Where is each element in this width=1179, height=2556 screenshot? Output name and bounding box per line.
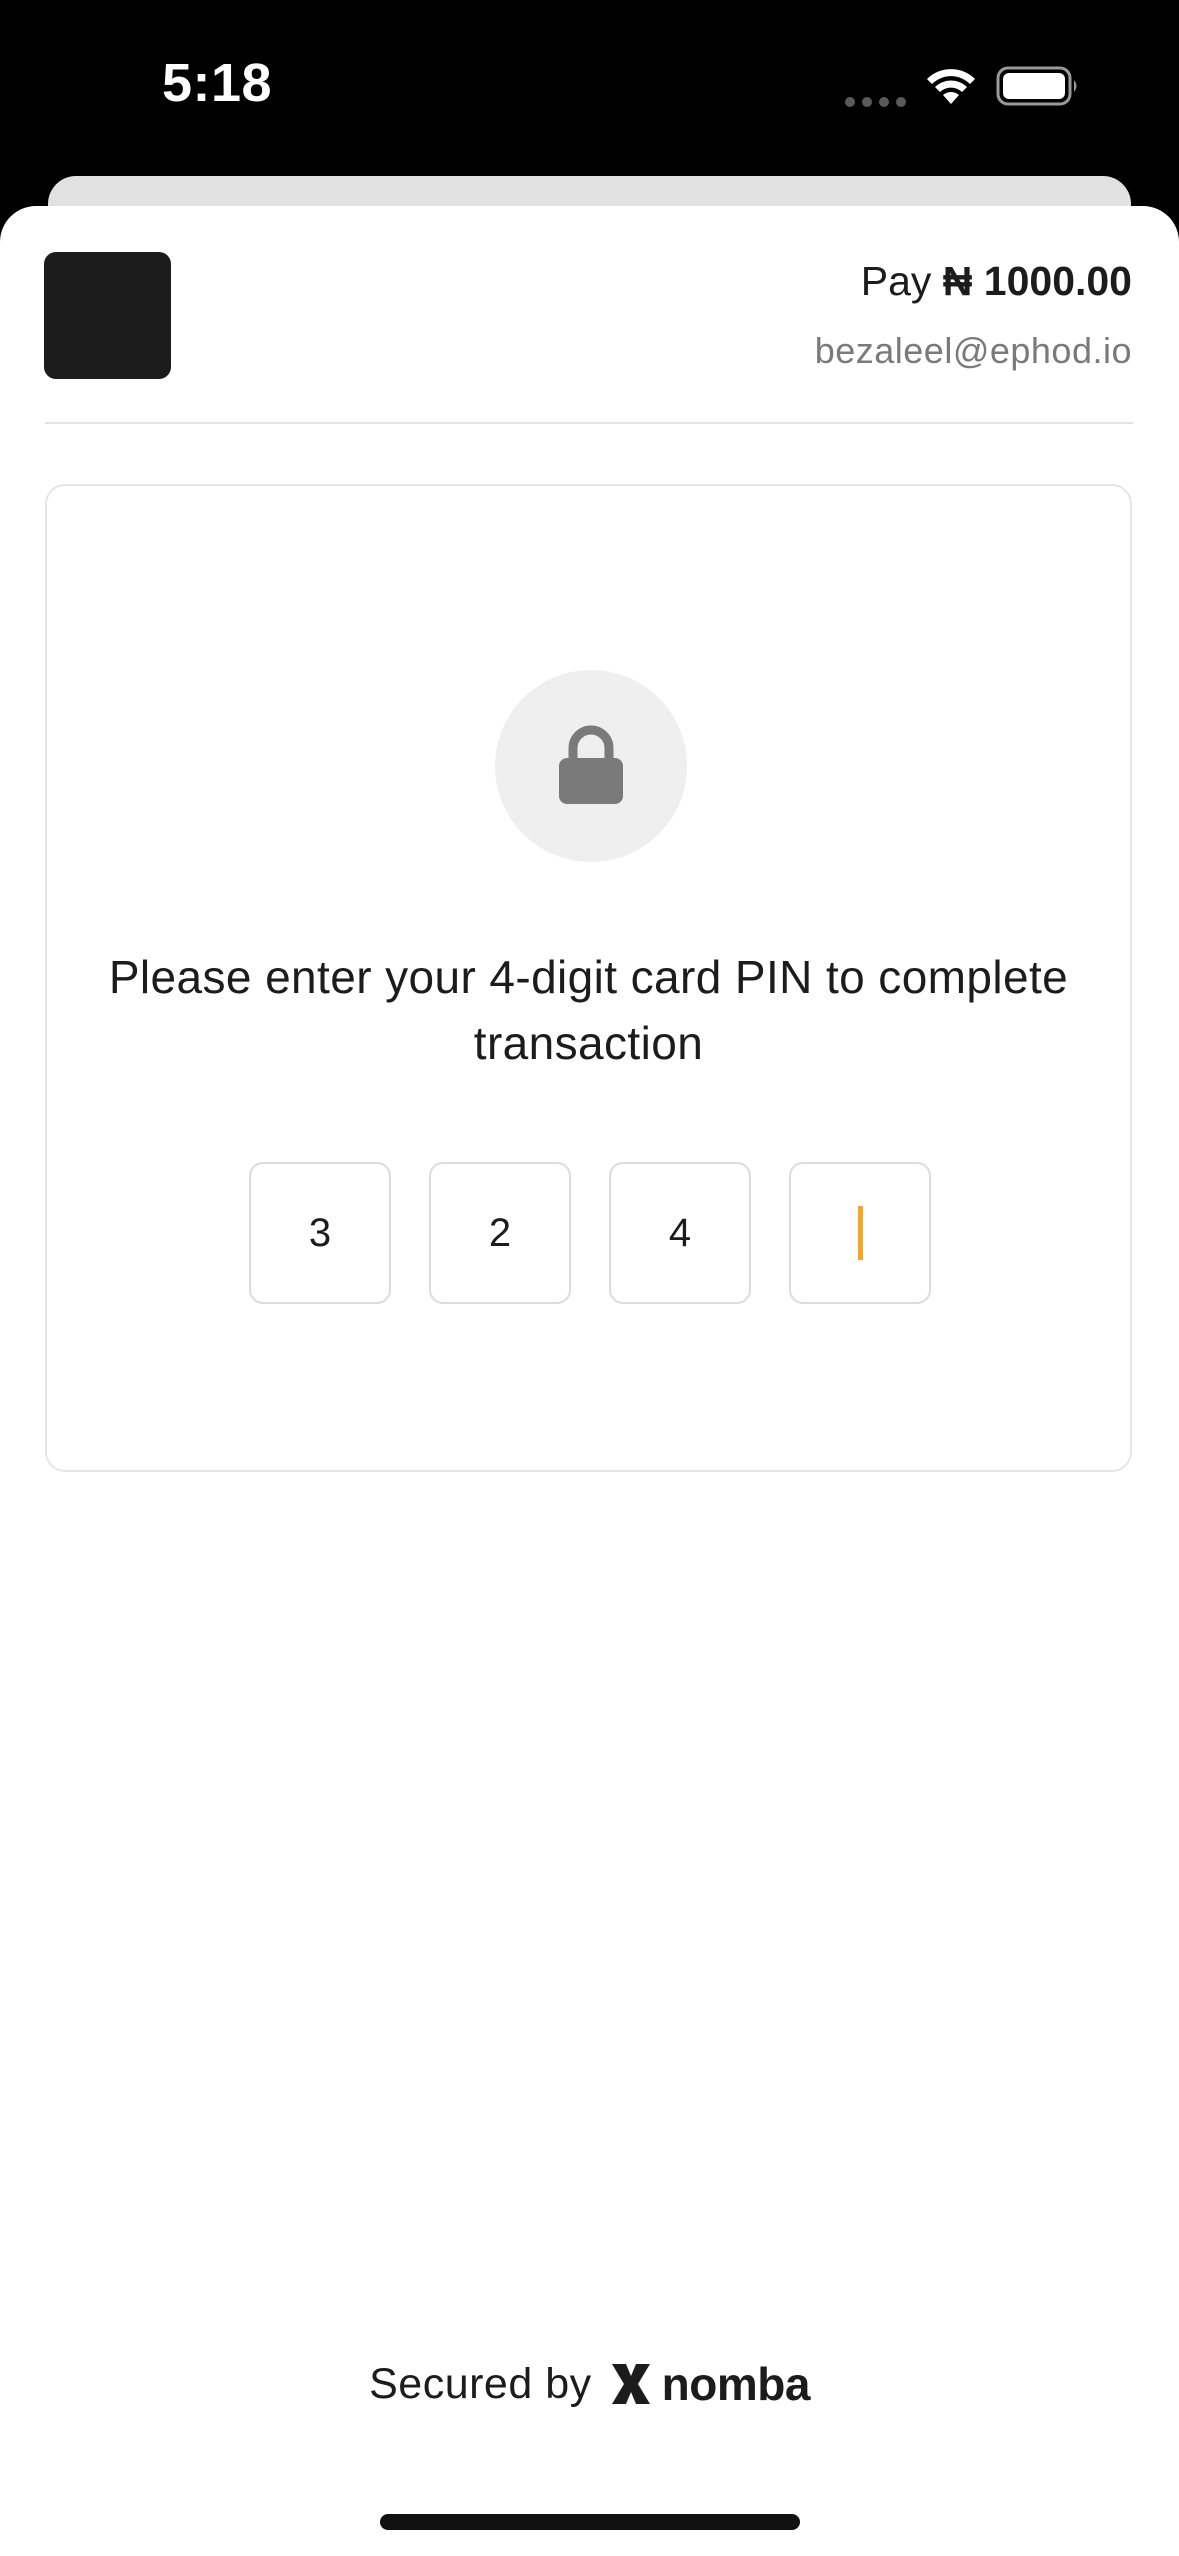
- secured-by-footer: Secured by nomba: [0, 2344, 1179, 2424]
- pay-amount: ₦ 1000.00: [942, 258, 1132, 304]
- nomba-logo-icon: [611, 2364, 650, 2404]
- status-bar: 5:18: [0, 0, 1179, 180]
- pin-entry-card: Please enter your 4-digit card PIN to co…: [45, 484, 1132, 1472]
- text-caret: [857, 1206, 863, 1260]
- pin-instruction: Please enter your 4-digit card PIN to co…: [108, 951, 1069, 1069]
- pay-amount-line: Pay ₦ 1000.00: [861, 258, 1132, 305]
- pay-label: Pay: [860, 258, 932, 304]
- pin-digit-2[interactable]: 2: [429, 1162, 571, 1304]
- status-time: 5:18: [162, 53, 273, 113]
- payment-sheet: Pay ₦ 1000.00 bezaleel@ephod.io Please e…: [0, 206, 1179, 2556]
- signal-dots-icon: [845, 97, 906, 107]
- lock-icon: [559, 725, 623, 804]
- pin-digit-4[interactable]: [789, 1162, 931, 1304]
- home-indicator[interactable]: [380, 2514, 800, 2530]
- merchant-logo: [44, 252, 171, 379]
- pin-digit-3[interactable]: 4: [609, 1162, 751, 1304]
- lock-badge: [495, 670, 687, 862]
- secured-by-label: Secured by: [369, 2359, 592, 2408]
- battery-icon: [996, 66, 1077, 106]
- wifi-icon: [927, 69, 975, 104]
- header-divider: [45, 422, 1133, 424]
- pin-input-row: 3 2 4: [249, 1162, 932, 1304]
- nomba-brand: nomba: [661, 2358, 811, 2410]
- pin-digit-1[interactable]: 3: [249, 1162, 391, 1304]
- customer-email: bezaleel@ephod.io: [814, 330, 1132, 371]
